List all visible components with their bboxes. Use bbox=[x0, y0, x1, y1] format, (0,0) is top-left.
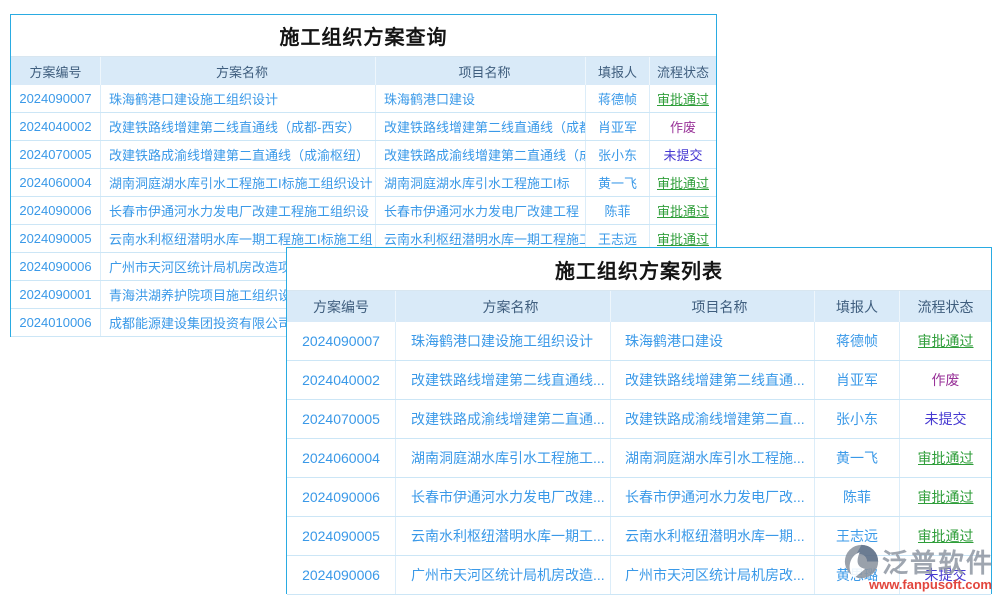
cell-reporter[interactable]: 黄一飞 bbox=[586, 169, 650, 196]
cell-project[interactable]: 改建铁路成渝线增建第二直... bbox=[611, 400, 815, 438]
cell-status[interactable]: 审批通过 bbox=[900, 322, 991, 360]
cell-status[interactable]: 作废 bbox=[900, 361, 991, 399]
cell-id[interactable]: 2024090007 bbox=[11, 85, 101, 112]
query-table-header: 方案编号 方案名称 项目名称 填报人 流程状态 bbox=[11, 57, 716, 85]
cell-reporter[interactable]: 黄一飞 bbox=[815, 439, 900, 477]
cell-name[interactable]: 广州市天河区统计局机房改造... bbox=[396, 556, 611, 594]
cell-name[interactable]: 改建铁路线增建第二线直通线（成都-西安） bbox=[101, 113, 376, 140]
cell-reporter[interactable]: 肖亚军 bbox=[815, 361, 900, 399]
table-row[interactable]: 2024070005改建铁路成渝线增建第二直通线（成渝枢纽）改建铁路成渝线增建第… bbox=[11, 141, 716, 169]
cell-id[interactable]: 2024070005 bbox=[11, 141, 101, 168]
cell-project[interactable]: 改建铁路线增建第二线直通... bbox=[611, 361, 815, 399]
list-table-header: 方案编号 方案名称 项目名称 填报人 流程状态 bbox=[287, 291, 991, 322]
cell-id[interactable]: 2024090007 bbox=[287, 322, 396, 360]
watermark-brand: 泛普软件 bbox=[882, 543, 994, 580]
query-window-titlebar: 施工组织方案查询 bbox=[11, 15, 716, 57]
list-window-titlebar: 施工组织方案列表 bbox=[287, 248, 991, 291]
cell-project[interactable]: 广州市天河区统计局机房改... bbox=[611, 556, 815, 594]
cell-status[interactable]: 未提交 bbox=[900, 400, 991, 438]
table-row[interactable]: 2024040002改建铁路线增建第二线直通线（成都-西安）改建铁路线增建第二线… bbox=[11, 113, 716, 141]
table-row[interactable]: 2024040002改建铁路线增建第二线直通线...改建铁路线增建第二线直通..… bbox=[287, 361, 991, 400]
list-window: 施工组织方案列表 方案编号 方案名称 项目名称 填报人 流程状态 2024090… bbox=[286, 247, 992, 594]
column-header-reporter: 填报人 bbox=[586, 57, 650, 85]
cell-project[interactable]: 长春市伊通河水力发电厂改建工程 bbox=[376, 197, 586, 224]
cell-project[interactable]: 云南水利枢纽潜明水库一期... bbox=[611, 517, 815, 555]
cell-reporter[interactable]: 蒋德帧 bbox=[586, 85, 650, 112]
cell-status[interactable]: 审批通过 bbox=[650, 169, 716, 196]
cell-reporter[interactable]: 陈菲 bbox=[586, 197, 650, 224]
table-row[interactable]: 2024090007珠海鹤港口建设施工组织设计珠海鹤港口建设蒋德帧审批通过 bbox=[287, 322, 991, 361]
cell-status[interactable]: 审批通过 bbox=[900, 439, 991, 477]
page-title: 施工组织方案列表 bbox=[555, 255, 723, 284]
column-header-plan-name: 方案名称 bbox=[101, 57, 376, 85]
cell-id[interactable]: 2024060004 bbox=[287, 439, 396, 477]
cell-project[interactable]: 湖南洞庭湖水库引水工程施... bbox=[611, 439, 815, 477]
cell-project[interactable]: 改建铁路成渝线增建第二直通线（成 bbox=[376, 141, 586, 168]
cell-project[interactable]: 珠海鹤港口建设 bbox=[376, 85, 586, 112]
column-header-plan-id: 方案编号 bbox=[11, 57, 101, 85]
cell-id[interactable]: 2024010006 bbox=[11, 309, 101, 336]
table-row[interactable]: 2024090006长春市伊通河水力发电厂改建...长春市伊通河水力发电厂改..… bbox=[287, 478, 991, 517]
cell-name[interactable]: 长春市伊通河水力发电厂改建... bbox=[396, 478, 611, 516]
column-header-project: 项目名称 bbox=[611, 291, 815, 322]
page-title: 施工组织方案查询 bbox=[280, 21, 448, 50]
cell-status[interactable]: 审批通过 bbox=[650, 197, 716, 224]
cell-name[interactable]: 湖南洞庭湖水库引水工程施工I标施工组织设计 bbox=[101, 169, 376, 196]
cell-reporter[interactable]: 蒋德帧 bbox=[815, 322, 900, 360]
cell-name[interactable]: 珠海鹤港口建设施工组织设计 bbox=[101, 85, 376, 112]
cell-name[interactable]: 改建铁路线增建第二线直通线... bbox=[396, 361, 611, 399]
column-header-reporter: 填报人 bbox=[815, 291, 900, 322]
cell-name[interactable]: 改建铁路成渝线增建第二直通... bbox=[396, 400, 611, 438]
column-header-plan-id: 方案编号 bbox=[287, 291, 396, 322]
cell-id[interactable]: 2024040002 bbox=[11, 113, 101, 140]
cell-project[interactable]: 湖南洞庭湖水库引水工程施工I标 bbox=[376, 169, 586, 196]
cell-reporter[interactable]: 肖亚军 bbox=[586, 113, 650, 140]
cell-name[interactable]: 湖南洞庭湖水库引水工程施工... bbox=[396, 439, 611, 477]
cell-name[interactable]: 长春市伊通河水力发电厂改建工程施工组织设 bbox=[101, 197, 376, 224]
column-header-project: 项目名称 bbox=[376, 57, 586, 85]
table-row[interactable]: 2024060004湖南洞庭湖水库引水工程施工I标施工组织设计湖南洞庭湖水库引水… bbox=[11, 169, 716, 197]
cell-reporter[interactable]: 张小东 bbox=[586, 141, 650, 168]
cell-status[interactable]: 作废 bbox=[650, 113, 716, 140]
cell-id[interactable]: 2024090006 bbox=[287, 478, 396, 516]
cell-name[interactable]: 改建铁路成渝线增建第二直通线（成渝枢纽） bbox=[101, 141, 376, 168]
cell-reporter[interactable]: 张小东 bbox=[815, 400, 900, 438]
table-row[interactable]: 2024060004湖南洞庭湖水库引水工程施工...湖南洞庭湖水库引水工程施..… bbox=[287, 439, 991, 478]
table-row[interactable]: 2024070005改建铁路成渝线增建第二直通...改建铁路成渝线增建第二直..… bbox=[287, 400, 991, 439]
table-row[interactable]: 2024090006长春市伊通河水力发电厂改建工程施工组织设长春市伊通河水力发电… bbox=[11, 197, 716, 225]
cell-id[interactable]: 2024070005 bbox=[287, 400, 396, 438]
watermark: 泛普软件 www.fanpusoft.com bbox=[843, 543, 994, 592]
cell-project[interactable]: 珠海鹤港口建设 bbox=[611, 322, 815, 360]
cell-id[interactable]: 2024090006 bbox=[287, 556, 396, 594]
table-row[interactable]: 2024090007珠海鹤港口建设施工组织设计珠海鹤港口建设蒋德帧审批通过 bbox=[11, 85, 716, 113]
cell-id[interactable]: 2024090001 bbox=[11, 281, 101, 308]
column-header-status: 流程状态 bbox=[900, 291, 991, 322]
cell-project[interactable]: 改建铁路线增建第二线直通线（成都 bbox=[376, 113, 586, 140]
cell-name[interactable]: 云南水利枢纽潜明水库一期工... bbox=[396, 517, 611, 555]
cell-id[interactable]: 2024060004 bbox=[11, 169, 101, 196]
column-header-status: 流程状态 bbox=[650, 57, 716, 85]
cell-reporter[interactable]: 陈菲 bbox=[815, 478, 900, 516]
cell-status[interactable]: 审批通过 bbox=[650, 85, 716, 112]
fanpu-logo-icon bbox=[843, 543, 880, 580]
cell-id[interactable]: 2024040002 bbox=[287, 361, 396, 399]
cell-status[interactable]: 未提交 bbox=[650, 141, 716, 168]
cell-id[interactable]: 2024090006 bbox=[11, 253, 101, 280]
cell-project[interactable]: 长春市伊通河水力发电厂改... bbox=[611, 478, 815, 516]
cell-status[interactable]: 审批通过 bbox=[900, 478, 991, 516]
cell-id[interactable]: 2024090005 bbox=[287, 517, 396, 555]
cell-id[interactable]: 2024090006 bbox=[11, 197, 101, 224]
column-header-plan-name: 方案名称 bbox=[396, 291, 611, 322]
cell-name[interactable]: 珠海鹤港口建设施工组织设计 bbox=[396, 322, 611, 360]
cell-id[interactable]: 2024090005 bbox=[11, 225, 101, 252]
